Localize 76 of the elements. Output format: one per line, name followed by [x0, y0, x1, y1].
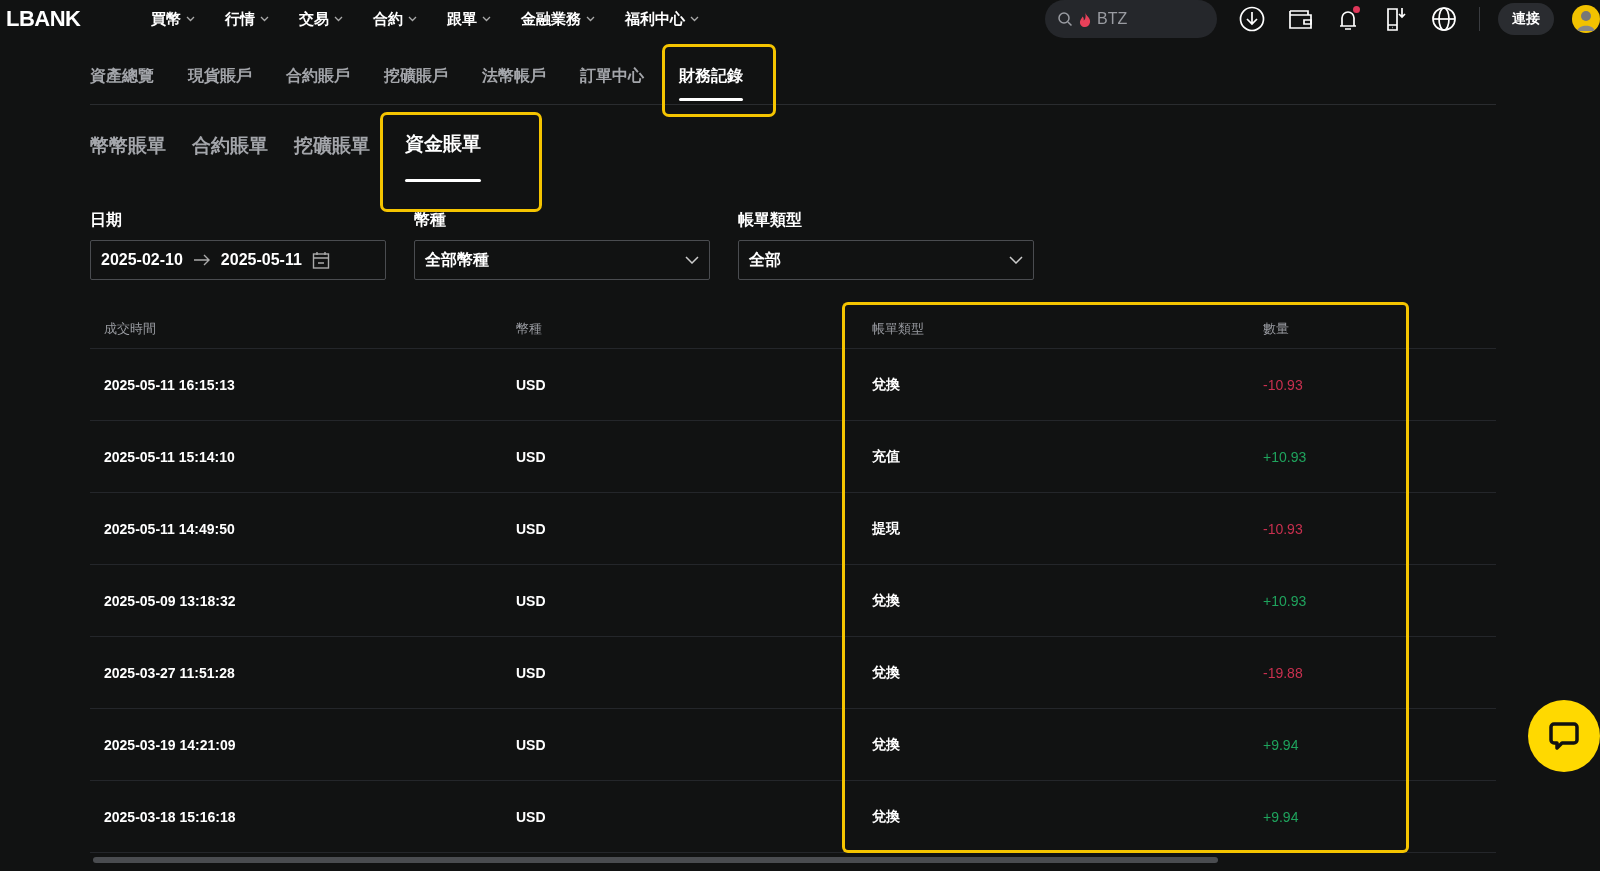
table-cell-text: USD — [516, 808, 547, 825]
table-cell-text: +9.94 — [1263, 808, 1300, 825]
table-cell-text: USD — [516, 736, 547, 753]
menu-item[interactable]: 買幣 — [150, 9, 195, 29]
table-cell-text: -19.88 — [1263, 664, 1304, 681]
search-icon — [1057, 11, 1073, 27]
select-field[interactable]: 全部 — [738, 240, 1034, 280]
menu-item[interactable]: 合約 — [372, 9, 417, 29]
globe-icon[interactable] — [1431, 6, 1457, 32]
account-tab[interactable]: 資產總覽 — [90, 38, 167, 104]
filter-label: 帳單類型 — [738, 210, 803, 230]
filter-label: 幣種 — [414, 210, 447, 230]
column-header: 數量 — [1263, 320, 1290, 338]
table-cell-text: 提現 — [871, 519, 901, 538]
table-cell-text: USD — [516, 520, 547, 537]
table-cell-text: 2025-05-11 14:49:50 — [104, 520, 236, 537]
account-tab[interactable]: 訂單中心 — [567, 38, 657, 104]
table-cell-text: -10.93 — [1263, 520, 1304, 537]
menu-item[interactable]: 福利中心 — [624, 9, 699, 29]
column-header: 成交時間 — [104, 320, 157, 338]
select-field[interactable]: 全部幣種 — [414, 240, 710, 280]
bill-tab[interactable]: 合約賬單 — [179, 105, 281, 205]
table-cell-text: 2025-05-09 13:18:32 — [104, 592, 237, 609]
table-cell-text: 2025-03-19 14:21:09 — [104, 736, 237, 753]
table-cell-text: +10.93 — [1263, 448, 1308, 465]
account-tab[interactable]: 財務記錄 — [665, 47, 773, 114]
table-cell-text: 2025-05-11 15:14:10 — [104, 448, 236, 465]
column-header: 帳單類型 — [871, 320, 925, 338]
table-cell-text: 兌換 — [871, 735, 901, 754]
download-icon[interactable] — [1239, 6, 1265, 32]
table-cell-text: +9.94 — [1263, 736, 1300, 753]
table-cell-text: USD — [516, 376, 547, 393]
date-range-field[interactable]: 2025-02-10 2025-05-11 — [90, 240, 386, 280]
caret-icon — [185, 16, 195, 22]
table-cell-text: 2025-05-11 16:15:13 — [104, 376, 236, 393]
calendar-icon — [311, 251, 330, 269]
bill-tab[interactable]: 挖礦賬單 — [281, 105, 383, 205]
account-tab[interactable]: 合約賬戶 — [273, 38, 363, 104]
caret-icon — [259, 16, 269, 22]
table-cell-text: 2025-03-27 11:51:28 — [104, 664, 236, 681]
bill-tab[interactable]: 資金賬單 — [383, 115, 539, 209]
table-cell-text: USD — [516, 664, 547, 681]
table-cell-text: 兌換 — [871, 807, 901, 826]
table-cell-text: 2025-03-18 15:16:18 — [104, 808, 237, 825]
avatar[interactable] — [1572, 5, 1600, 33]
table-cell-text: 兌換 — [871, 663, 901, 682]
bill-tab[interactable]: 幣幣賬單 — [90, 105, 179, 205]
chevron-down-icon — [685, 256, 699, 264]
table-cell-text: +10.93 — [1263, 592, 1308, 609]
account-tab[interactable]: 法幣帳戶 — [469, 38, 559, 104]
arrow-icon — [192, 254, 211, 266]
chevron-down-icon — [1009, 256, 1023, 264]
caret-icon — [689, 16, 699, 22]
caret-icon — [407, 16, 417, 22]
table-cell-text: USD — [516, 592, 547, 609]
scrollbar[interactable] — [93, 857, 1218, 863]
caret-icon — [585, 16, 595, 22]
search-field[interactable]: BTZ — [1045, 0, 1217, 38]
table-cell-text: 兌換 — [871, 375, 901, 394]
table-cell-text: 充值 — [871, 447, 901, 466]
table-cell-text: 兌換 — [871, 591, 901, 610]
logo[interactable]: LBANK — [6, 6, 81, 32]
column-header: 幣種 — [516, 320, 543, 338]
caret-icon — [481, 16, 491, 22]
menu-item[interactable]: 交易 — [298, 9, 343, 29]
menu-item[interactable]: 行情 — [224, 9, 269, 29]
filter-label: 日期 — [90, 210, 123, 230]
account-tab[interactable]: 挖礦賬戶 — [371, 38, 461, 104]
table-cell-text: -10.93 — [1263, 376, 1304, 393]
account-tab[interactable]: 現貨賬戶 — [175, 38, 265, 104]
table-cell-text: USD — [516, 448, 547, 465]
flame-icon — [1079, 11, 1091, 27]
menu-item[interactable]: 金融業務 — [520, 9, 595, 29]
connect-button[interactable]: 連接 — [1498, 3, 1554, 35]
menu-item[interactable]: 跟單 — [446, 9, 491, 29]
caret-icon — [333, 16, 343, 22]
